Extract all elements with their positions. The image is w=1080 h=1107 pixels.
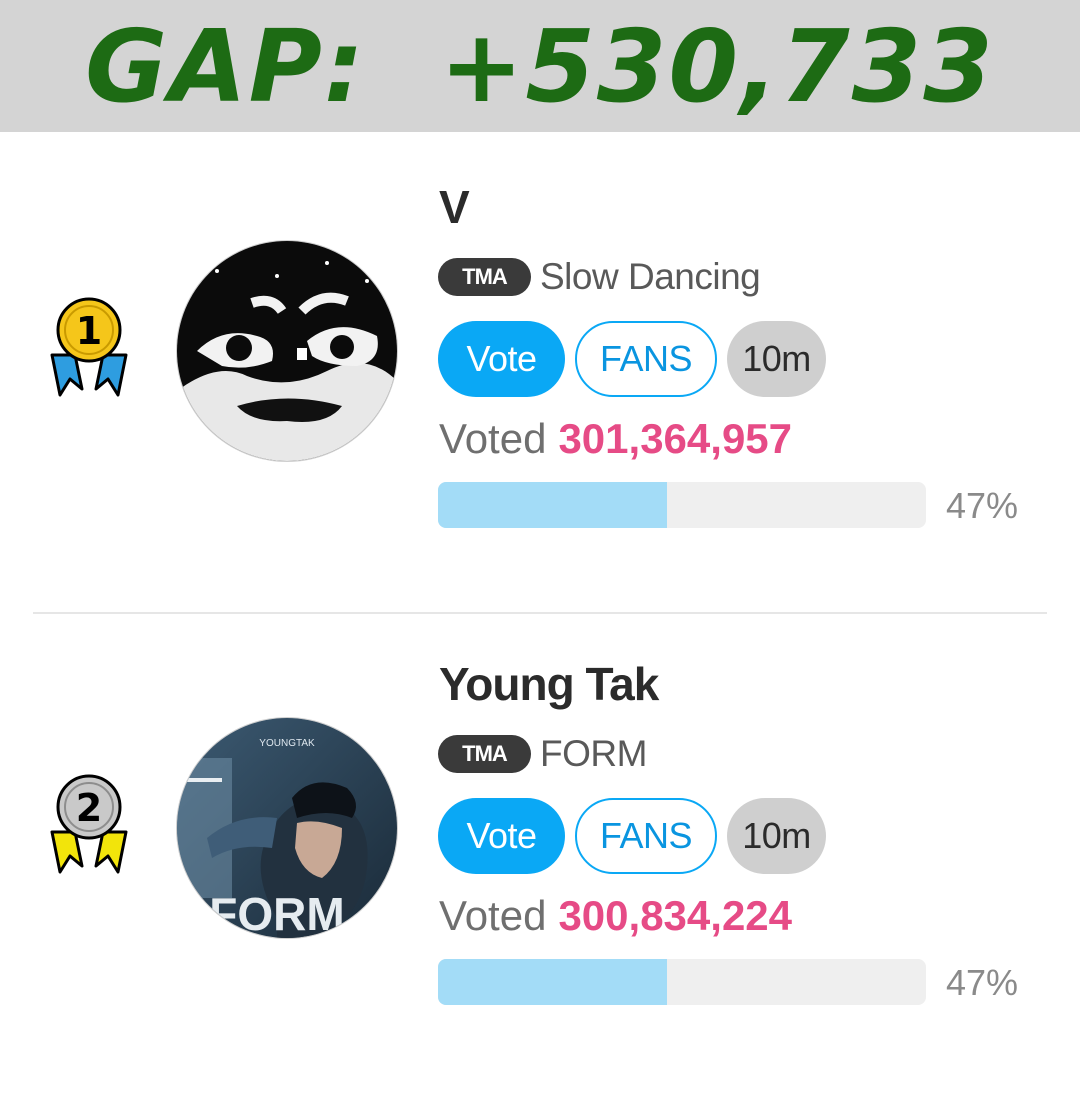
cover-title: FORM	[209, 888, 344, 938]
gap-banner: GAP: +530,733	[0, 0, 1080, 132]
tma-badge: TMA	[438, 735, 531, 773]
voted-label: Voted	[439, 892, 547, 939]
avatar-young-tak[interactable]: YOUNGTAK FORM	[176, 717, 398, 939]
votes-line: Voted 300,834,224	[439, 892, 792, 940]
votes-count: 300,834,224	[558, 892, 793, 939]
votes-count: 301,364,957	[558, 415, 793, 462]
song-title: FORM	[540, 733, 647, 774]
tma-badge: TMA	[438, 258, 531, 296]
medal-icon: 1	[42, 295, 136, 400]
medal-icon: 2	[42, 772, 136, 877]
action-buttons: Vote FANS 10m	[438, 798, 826, 874]
rank-number: 2	[76, 786, 102, 830]
timer-button[interactable]: 10m	[727, 798, 826, 874]
song-row: TMA Slow Dancing	[438, 256, 761, 298]
gap-text: GAP: +530,733	[85, 8, 995, 125]
fans-button[interactable]: FANS	[575, 798, 717, 874]
ranking-entry-2: 2 YOUNGTAK FORM Young Tak TMA FORM Vote …	[0, 637, 1080, 1107]
divider	[33, 612, 1047, 614]
vote-percent: 47%	[946, 485, 1019, 526]
action-buttons: Vote FANS 10m	[438, 321, 826, 397]
gap-label: GAP:	[85, 7, 366, 125]
vote-progress-fill	[438, 959, 668, 1005]
votes-line: Voted 301,364,957	[439, 415, 792, 463]
timer-button[interactable]: 10m	[727, 321, 826, 397]
artist-name: V	[439, 181, 470, 233]
ranking-entry-1: 1 V TMA Slow Dancing Vote FANS 10m Voted…	[0, 160, 1080, 630]
song-title: Slow Dancing	[540, 256, 761, 297]
song-row: TMA FORM	[438, 733, 647, 775]
voted-label: Voted	[439, 415, 547, 462]
vote-progress-bar	[438, 482, 926, 528]
vote-progress-fill	[438, 482, 668, 528]
cover-text: YOUNGTAK	[259, 738, 315, 749]
rank-number: 1	[76, 309, 102, 353]
gap-value: +530,733	[439, 7, 995, 125]
fans-button[interactable]: FANS	[575, 321, 717, 397]
vote-button[interactable]: Vote	[438, 798, 565, 874]
vote-percent: 47%	[946, 962, 1019, 1003]
avatar-v[interactable]	[176, 240, 398, 462]
vote-button[interactable]: Vote	[438, 321, 565, 397]
vote-progress-bar	[438, 959, 926, 1005]
artist-name: Young Tak	[439, 658, 659, 710]
